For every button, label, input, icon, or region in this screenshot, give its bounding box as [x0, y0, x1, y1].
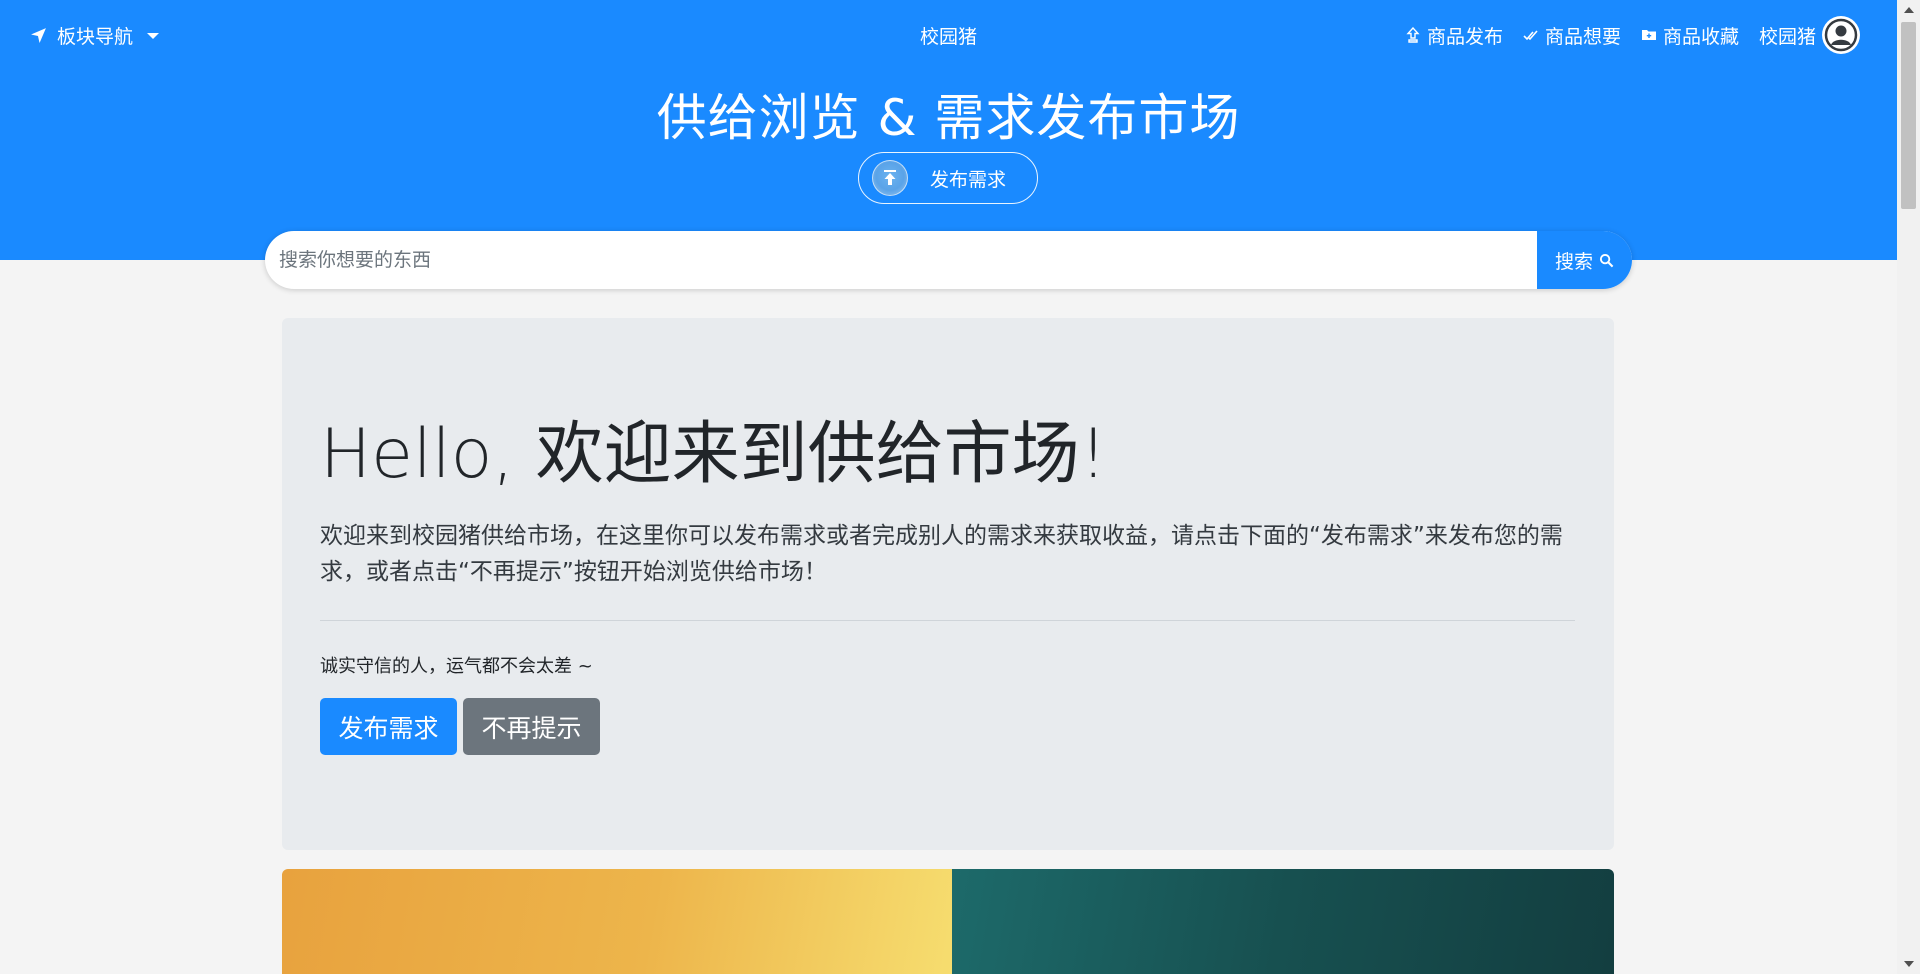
welcome-heading: Hello, 欢迎来到供给市场! [320, 415, 1107, 494]
user-name: 校园猪 [1758, 25, 1816, 48]
upload-arrow-icon [872, 160, 908, 196]
publish-demand-pill-button[interactable]: 发布需求 [858, 152, 1038, 204]
scroll-up-arrow-icon[interactable] [1904, 7, 1914, 13]
nav-product-favorites-label: 商品收藏 [1662, 25, 1739, 48]
nav-product-wanted[interactable]: 商品想要 [1523, 22, 1621, 49]
folder-icon [1641, 30, 1656, 40]
user-menu[interactable]: 校园猪 [1759, 16, 1860, 54]
divider [320, 620, 1575, 621]
search-button-label: 搜索 [1554, 250, 1593, 273]
search-button[interactable]: 搜索 [1537, 231, 1632, 289]
brand-link[interactable]: 校园猪 [920, 26, 977, 48]
scroll-down-arrow-icon[interactable] [1904, 961, 1914, 967]
nav-product-favorites[interactable]: 商品收藏 [1641, 22, 1739, 49]
page-title: 供给浏览 & 需求发布市场 [656, 89, 1241, 147]
nav-product-publish[interactable]: 商品发布 [1405, 22, 1503, 49]
hero-header: 板块导航 校园猪 商品发布 商品想要 商品收藏 校园猪 供给浏览 & 需求发布市… [0, 0, 1897, 260]
banner-right-panel [952, 869, 1614, 974]
search-bar: 搜索 [265, 231, 1632, 289]
page-scrollbar[interactable] [1897, 0, 1920, 974]
nav-product-publish-label: 商品发布 [1426, 25, 1503, 48]
publish-demand-pill-label: 发布需求 [930, 168, 1007, 191]
publish-demand-button[interactable]: 发布需求 [320, 698, 457, 755]
welcome-jumbotron: Hello, 欢迎来到供给市场! 欢迎来到校园猪供给市场，在这里你可以发布需求或… [282, 318, 1614, 850]
nav-right: 商品发布 商品想要 商品收藏 校园猪 [1405, 16, 1860, 54]
banner-left-panel [282, 869, 952, 974]
dismiss-tip-button[interactable]: 不再提示 [463, 698, 600, 755]
nav-product-wanted-label: 商品想要 [1544, 25, 1621, 48]
welcome-lead: 欢迎来到校园猪供给市场，在这里你可以发布需求或者完成别人的需求来获取收益，请点击… [320, 523, 1563, 585]
motto-text: 诚实守信的人，运气都不会太差 ~ [320, 656, 593, 677]
banner-image[interactable] [282, 869, 1614, 974]
user-circle-icon [1824, 18, 1858, 52]
avatar [1822, 16, 1860, 54]
search-input[interactable] [265, 231, 1537, 289]
double-check-icon [1523, 30, 1538, 41]
upload-icon [1406, 27, 1420, 43]
search-icon [1599, 253, 1614, 267]
scrollbar-thumb[interactable] [1901, 22, 1916, 209]
